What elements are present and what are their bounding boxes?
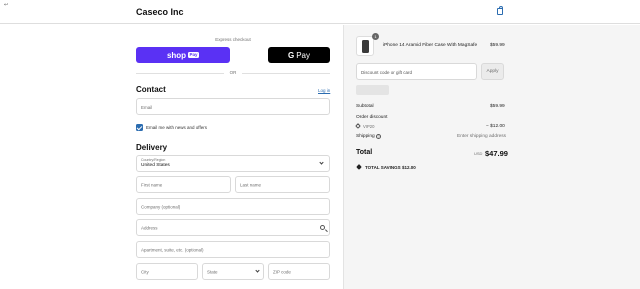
discount-code: VIP20: [363, 124, 375, 129]
savings-value: $12.00: [401, 165, 416, 170]
login-link[interactable]: Log in: [318, 88, 330, 93]
quantity-badge: 1: [372, 33, 379, 40]
last-name-field[interactable]: Last name: [235, 176, 330, 193]
country-value: United States: [141, 163, 170, 168]
discount-tag-placeholder: [356, 85, 389, 95]
order-discount-label: Order discount: [356, 115, 388, 120]
subtotal-value: $59.99: [490, 104, 505, 109]
express-checkout-label: Express checkout: [215, 37, 251, 42]
google-g-icon: G: [287, 50, 295, 60]
back-arrow-icon[interactable]: ↩: [4, 2, 8, 8]
chevron-down-icon: [255, 268, 260, 273]
city-placeholder: City: [141, 269, 149, 274]
delivery-heading: Delivery: [136, 143, 168, 152]
contact-heading: Contact: [136, 85, 166, 94]
divider-line: [242, 73, 330, 74]
city-field[interactable]: City: [136, 263, 198, 280]
chevron-down-icon: [319, 160, 324, 165]
email-placeholder: Email: [141, 105, 153, 110]
apartment-placeholder: Apartment, suite, etc. (optional): [141, 247, 204, 252]
newsletter-label: Email me with news and offers: [146, 125, 207, 130]
shopping-bag-icon[interactable]: [497, 6, 503, 15]
google-pay-button[interactable]: G Pay: [268, 47, 330, 63]
store-name[interactable]: Caseco Inc: [136, 7, 184, 17]
total-label: Total: [356, 149, 373, 156]
shop-pay-text: shop: [166, 50, 187, 60]
email-field[interactable]: Email: [136, 98, 330, 115]
address-placeholder: Address: [141, 225, 158, 230]
google-pay-text: Pay: [296, 50, 311, 60]
zip-placeholder: ZIP code: [273, 269, 291, 274]
savings-label: TOTAL SAVINGS: [365, 165, 401, 170]
address-field[interactable]: Address: [136, 219, 330, 236]
first-name-placeholder: First name: [141, 182, 163, 187]
discount-value: − $12.00: [486, 124, 505, 129]
country-label: Country/Region: [141, 158, 166, 162]
last-name-placeholder: Last name: [240, 182, 262, 187]
search-icon: [320, 225, 325, 230]
state-select[interactable]: State: [202, 263, 264, 280]
currency-code: USD: [474, 151, 483, 156]
subtotal-label: Subtotal: [356, 104, 374, 109]
shipping-value: Enter shipping address: [457, 134, 507, 139]
zip-field[interactable]: ZIP code: [268, 263, 330, 280]
discount-placeholder: Discount code or gift card: [361, 70, 413, 75]
phone-case-image: [362, 40, 369, 53]
info-icon[interactable]: ?: [376, 134, 381, 139]
header: ↩ Caseco Inc: [0, 0, 640, 24]
product-price: $59.99: [490, 43, 505, 48]
product-name: iPhone 14 Aramid Fiber Case With MagSafe: [383, 43, 478, 48]
company-field[interactable]: Company (optional): [136, 198, 330, 215]
shop-pay-chip: Pay: [188, 52, 200, 58]
shipping-label: Shipping: [356, 134, 375, 139]
product-thumbnail: [356, 36, 374, 56]
state-placeholder: State: [207, 269, 218, 274]
first-name-field[interactable]: First name: [136, 176, 231, 193]
newsletter-checkbox[interactable]: [136, 124, 143, 131]
or-divider: OR: [136, 70, 330, 76]
apartment-field[interactable]: Apartment, suite, etc. (optional): [136, 241, 330, 258]
total-savings: TOTAL SAVINGS $12.00: [365, 165, 416, 170]
apply-button[interactable]: Apply: [481, 63, 504, 80]
discount-code-field[interactable]: Discount code or gift card: [356, 63, 477, 80]
total-amount: $47.99: [485, 149, 508, 158]
shop-pay-button[interactable]: shop Pay: [136, 47, 230, 63]
company-placeholder: Company (optional): [141, 204, 181, 209]
